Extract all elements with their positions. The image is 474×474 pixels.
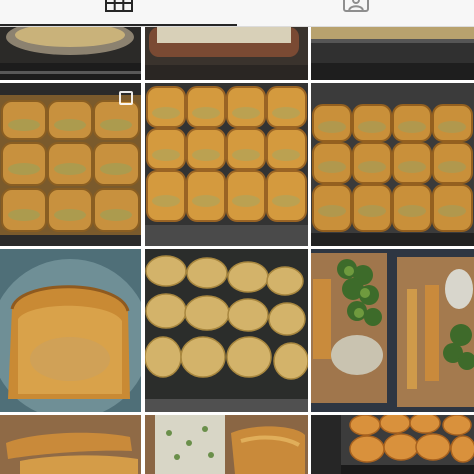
post-thumbnail-casserole-dish[interactable] [0,27,141,80]
post-thumbnail-pasta-salad-fish[interactable] [145,415,308,474]
post-thumbnail-pan-tray[interactable] [311,27,474,80]
profile-tab-bar [0,0,474,27]
post-grid [0,27,474,474]
tab-posts-grid[interactable] [0,0,237,26]
multiple-photos-icon [119,91,133,105]
selected-tab-indicator [0,24,237,26]
post-thumbnail-cookies-tray[interactable] [145,249,308,412]
post-thumbnail-fried-fish-box[interactable] [0,415,141,474]
post-thumbnail-takeout-broccoli-meal[interactable] [311,249,474,412]
post-thumbnail-loaf-bread[interactable] [0,249,141,412]
post-thumbnail-dinner-rolls-close[interactable] [145,83,308,246]
post-thumbnail-dinner-rolls-pan[interactable] [0,83,141,246]
tab-tagged[interactable] [237,0,474,26]
post-thumbnail-muffins-tin[interactable] [311,415,474,474]
post-thumbnail-dinner-rolls-tray[interactable] [311,83,474,246]
grid-icon [104,0,133,17]
post-thumbnail-casserole-pan[interactable] [145,27,308,80]
person-tag-icon [342,0,370,17]
